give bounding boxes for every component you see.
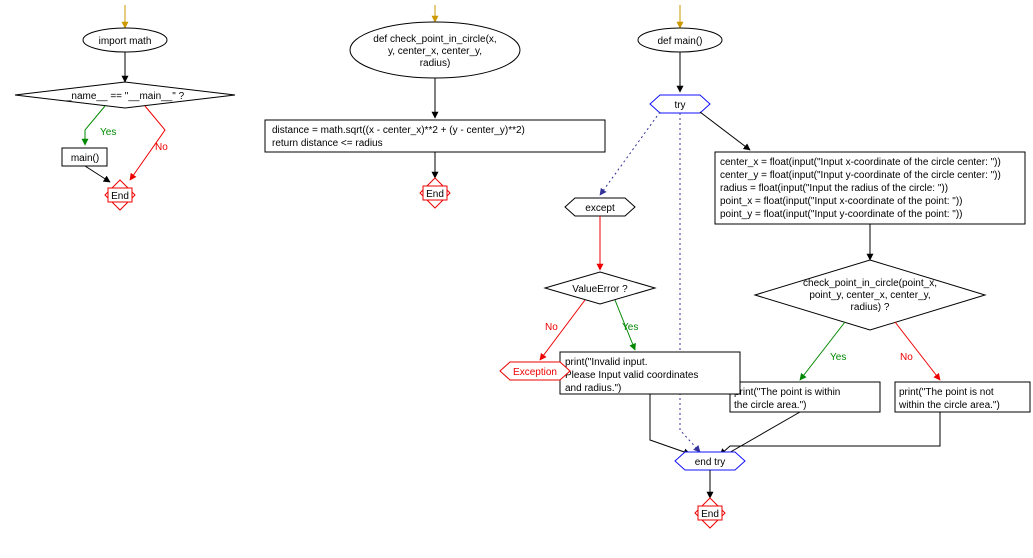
label-inp3: radius = float(input("Input the radius o… (720, 183, 948, 194)
label-valerr: ValueError ? (572, 284, 628, 295)
label-no-valerr: No (545, 322, 558, 333)
label-err3: and radius.") (565, 383, 621, 394)
label-in1: print("The point is within (734, 387, 840, 398)
label-cond-name-main: _name__ == "__main__" ? (65, 91, 185, 102)
label-no-check: No (900, 352, 913, 363)
label-yes-check: Yes (830, 352, 846, 363)
label-def-check-2: y, center_x, center_y, (388, 46, 482, 57)
label-inp5: point_y = float(input("Input y-coordinat… (720, 209, 963, 220)
label-def-check-3: radius) (420, 58, 451, 69)
label-out2: within the circle area.") (898, 400, 1000, 411)
label-yes-valerr: Yes (622, 322, 638, 333)
label-cond-check-3: radius) ? (851, 302, 890, 313)
label-def-check-1: def check_point_in_circle(x, (373, 34, 496, 45)
svg-text:End: End (111, 191, 129, 202)
label-err1: print("Invalid input. (565, 357, 647, 368)
label-out1: print("The point is not (899, 387, 994, 398)
label-inp2: center_y = float(input("Input y-coordina… (720, 170, 1001, 181)
label-cond-check-2: point_y, center_x, center_y, (809, 290, 930, 301)
label-except: except (585, 203, 615, 214)
svg-text:End: End (426, 189, 444, 200)
label-in2: the circle area.") (734, 400, 806, 411)
label-try: try (674, 100, 685, 111)
label-err2: Please Input valid coordinates (565, 370, 698, 381)
label-exception: Exception (513, 367, 557, 378)
label-main-call: main() (71, 153, 99, 164)
label-import: import math (99, 36, 152, 47)
label-def-main: def main() (657, 36, 702, 47)
label-cond-check-1: check_point_in_circle(point_x, (803, 278, 937, 289)
label-inp1: center_x = float(input("Input x-coordina… (720, 157, 1001, 168)
label-inp4: point_x = float(input("Input x-coordinat… (720, 196, 963, 207)
label-body-1: distance = math.sqrt((x - center_x)**2 +… (272, 125, 525, 136)
end-3: End (695, 498, 725, 528)
end-2: End (420, 178, 450, 208)
label-yes-1: Yes (100, 127, 116, 138)
label-no-1: No (155, 142, 168, 153)
svg-text:End: End (701, 509, 719, 520)
label-endtry: end try (695, 457, 726, 468)
label-body-2: return distance <= radius (272, 138, 383, 149)
end-1: End (105, 180, 135, 210)
